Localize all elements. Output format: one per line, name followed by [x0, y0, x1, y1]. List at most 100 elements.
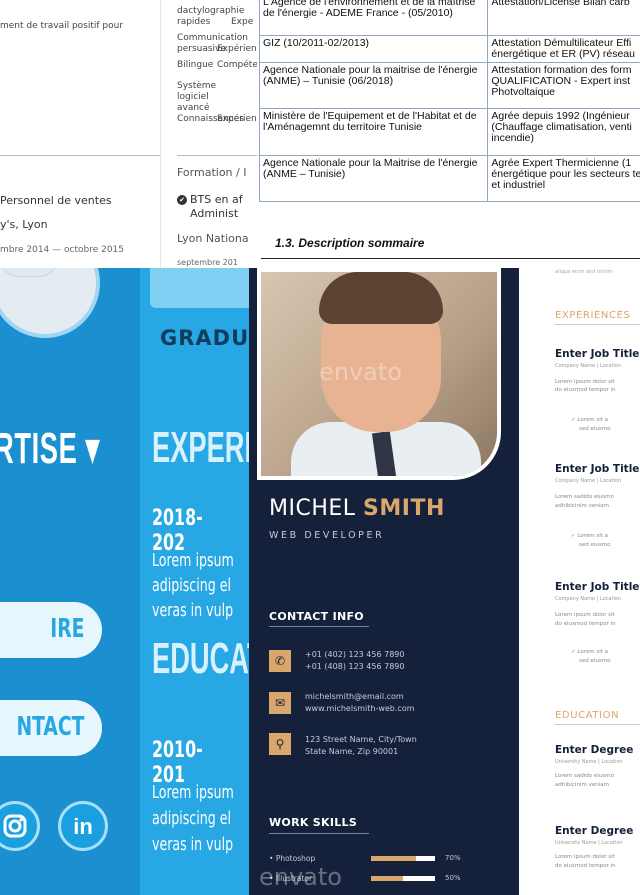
blue-resume-fragment: GRADUA RTISE ▾ EXPERI 2018-202 Lorem ips…	[0, 268, 249, 895]
linkedin-icon[interactable]: in	[58, 801, 108, 851]
job-title: Personnel de ventes	[0, 194, 112, 207]
website-link[interactable]: www.michelsmith-web.com	[305, 703, 415, 714]
job-text: adhibicinim veniam	[555, 503, 609, 509]
divider	[555, 724, 640, 725]
address-line: State Name, Zip 90001	[305, 747, 399, 756]
table-cell: Attestation formation des form QUALIFICA…	[487, 62, 640, 109]
education-text: veras in vulp	[152, 834, 234, 855]
instagram-icon[interactable]	[0, 801, 40, 851]
email-address[interactable]: michelsmith@email.com	[305, 691, 404, 702]
address-line: 123 Street Name, City/Town	[305, 735, 417, 744]
last-name: SMITH	[363, 496, 445, 521]
hire-pill[interactable]: IRE	[0, 602, 102, 658]
education-location: Lyon Nationa	[177, 232, 249, 245]
degree-text: do eiusmod tempor in	[555, 863, 616, 869]
skill-level: Expérience	[217, 114, 257, 124]
skill-bar	[371, 876, 435, 881]
table-cell: Attestation Démultilicateur Effi énergét…	[487, 35, 640, 63]
table-row: GIZ (10/2011-02/2013) Attestation Démult…	[258, 35, 640, 63]
table-cell: Agence Nationale pour la Maitrise de l'é…	[258, 155, 489, 202]
experience-years: 2018-202	[152, 506, 203, 556]
job-bullet: ✓ Lorem sit a	[571, 417, 608, 423]
education-entry: ✔ BTS en af Administ	[177, 193, 243, 221]
job-bullet: sed eiusmo	[579, 426, 611, 432]
education-text: Lorem ipsum	[152, 782, 234, 803]
skill-percent: 50%	[445, 874, 461, 882]
contact-pill-label: NTACT	[16, 712, 84, 742]
skill-bar-remainder	[415, 856, 435, 861]
job-title: Enter Job Title	[555, 463, 640, 475]
table-row: Ministère de l'Equipement et de l'Habita…	[258, 108, 640, 156]
job-bullet: sed eiusmo	[579, 542, 611, 548]
skill-bar	[371, 856, 435, 861]
skills-heading: WORK SKILLS	[269, 816, 358, 829]
skill-name-text: Photoshop	[275, 854, 316, 863]
education-text: adipiscing el	[152, 808, 231, 829]
mail-icon: ✉	[269, 692, 291, 714]
header-block	[150, 268, 249, 308]
degree-meta: University Name | Location	[555, 840, 623, 846]
experience-heading: EXPERI	[152, 423, 249, 472]
graduation-label: GRADUA	[160, 326, 249, 350]
experience-text: Lorem ipsum	[152, 550, 234, 571]
skill-label: avancé	[177, 103, 210, 113]
job-title: Enter Job Title	[555, 581, 640, 593]
divider	[269, 833, 369, 834]
education-years: 2010-201	[152, 738, 203, 788]
table-cell: Agence Nationale pour la maitrise de l'é…	[258, 62, 489, 109]
phone-number[interactable]: +01 (408) 123 456 7890	[305, 661, 404, 672]
section-heading: 1.3. Description sommaire	[275, 236, 425, 250]
skill-name: • Photoshop	[269, 854, 316, 863]
degree-text: Lorem sadido eiusmo	[555, 773, 614, 779]
education-line: Administ	[190, 207, 239, 220]
experience-text: adipiscing el	[152, 575, 231, 596]
divider	[177, 155, 257, 156]
skill-label: Communication	[177, 33, 248, 43]
education-heading: EDUCAT	[152, 634, 249, 683]
french-cv-fragment-middle: dactylographie rapides Expe Communicatio…	[160, 0, 257, 268]
skill-level: Compétent	[217, 60, 257, 70]
phone-number[interactable]: +01 (402) 123 456 7890	[305, 649, 404, 660]
phone-icon: ✆	[269, 650, 291, 672]
table-cell: Agrée Expert Thermicienne (1 énergétique…	[487, 155, 640, 202]
job-title: Enter Job Title	[555, 348, 640, 360]
intro-text: aliqua enim and minim	[555, 269, 613, 275]
job-text: Lorem ipsum dolor sit	[555, 379, 615, 385]
certification-table-fragment: L'Agence de l'environnement et de la maî…	[257, 0, 640, 268]
job-text: do eiusmod tempor in	[555, 387, 616, 393]
skill-label: rapides	[177, 17, 211, 27]
contact-pill[interactable]: NTACT	[0, 700, 102, 756]
degree-title: Enter Degree	[555, 825, 634, 837]
skill-label: logiciel	[177, 92, 209, 102]
table-cell: Ministère de l'Equipement et de l'Habita…	[258, 108, 489, 156]
skill-label: Système	[177, 81, 217, 91]
skill-label: Bilingue	[177, 60, 214, 70]
person-name: MICHEL SMITH	[269, 496, 445, 521]
degree-text: Lorem ipsum dolor sit	[555, 854, 615, 860]
job-text: Lorem sadido eiusmo	[555, 494, 614, 500]
cv-fragment-text: ment de travail positif pour	[0, 21, 124, 31]
skill-level: Expe	[231, 17, 254, 27]
skill-label: dactylographie	[177, 6, 245, 16]
watermark-text: envato	[319, 358, 402, 386]
first-name: MICHEL	[269, 496, 356, 521]
job-meta: Company Name | Location	[555, 478, 622, 484]
table-cell: Attestation/License Bilan carb	[487, 0, 640, 36]
divider	[261, 258, 640, 259]
divider	[0, 155, 160, 156]
education-dates: septembre 201	[177, 258, 238, 267]
formation-heading: Formation / I	[177, 166, 247, 179]
skill-level: Expérience	[217, 44, 257, 54]
job-bullet: ✓ Lorem sit a	[571, 533, 608, 539]
table-cell: Agrée depuis 1992 (Ingénieur (Chauffage …	[487, 108, 640, 156]
degree-text: adhibicinim veniam	[555, 782, 609, 788]
degree-title: Enter Degree	[555, 744, 634, 756]
collage-page: ment de travail positif pour Personnel d…	[0, 0, 640, 895]
divider	[269, 626, 369, 627]
employer: y's, Lyon	[0, 218, 48, 231]
svg-text:in: in	[73, 814, 93, 839]
location-pin-icon: ⚲	[269, 733, 291, 755]
job-meta: Company Name | Location	[555, 363, 622, 369]
degree-meta: University Name | Location	[555, 759, 623, 765]
table-cell: GIZ (10/2011-02/2013)	[258, 35, 489, 63]
